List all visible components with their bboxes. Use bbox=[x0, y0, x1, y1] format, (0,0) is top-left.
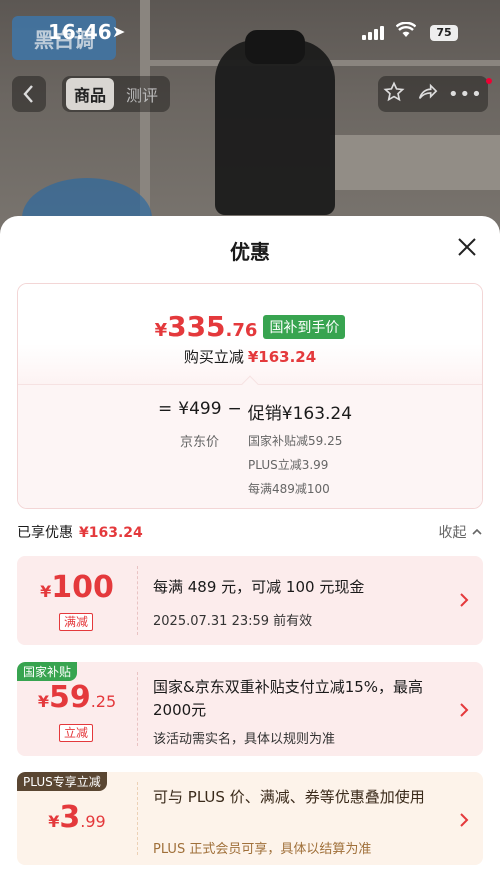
buy-discount-label: 购买立减 bbox=[183, 348, 244, 366]
coupon-ribbon: PLUS专享立减 bbox=[17, 772, 107, 791]
desk bbox=[330, 135, 500, 190]
coupon-description: 可与 PLUS 价、满减、券等优惠叠加使用 bbox=[153, 788, 425, 806]
top-navigation: 商品 测评 ••• bbox=[0, 76, 500, 116]
buy-discount-amount: ¥163.24 bbox=[247, 348, 317, 366]
discount-sheet: 优惠 ¥ 335 .76 国补到手价 购买立减 ¥163.24 = ¥499 − … bbox=[0, 216, 500, 884]
coupon-note: PLUS 正式会员可享，具体以结算为准 bbox=[153, 842, 372, 857]
promo-details: 国家补贴减59.25 PLUS立减3.99 每满489减100 bbox=[248, 429, 342, 501]
promo-detail: 每满489减100 bbox=[248, 482, 330, 496]
star-icon[interactable] bbox=[383, 80, 405, 108]
coupon-full-reduction[interactable]: ¥100 满减 每满 489 元，可减 100 元现金 2025.07.31 2… bbox=[17, 556, 483, 645]
summary-top: ¥ 335 .76 国补到手价 购买立减 ¥163.24 bbox=[18, 284, 482, 384]
promo-detail: 国家补贴减59.25 bbox=[248, 434, 343, 448]
promo-detail: PLUS立减3.99 bbox=[248, 458, 329, 472]
coupon-amount: ¥59.25 bbox=[17, 680, 137, 715]
coupon-divider bbox=[137, 672, 138, 746]
price-summary-card: ¥ 335 .76 国补到手价 购买立减 ¥163.24 = ¥499 − 促销¥… bbox=[17, 283, 483, 509]
price-breakdown: = ¥499 − 促销¥163.24 京东价 国家补贴减59.25 PLUS立减… bbox=[18, 375, 482, 508]
formula-equals: = bbox=[158, 399, 173, 419]
base-price-label: 京东价 bbox=[180, 435, 220, 450]
status-bar: 16:46 ➤ 75 bbox=[0, 18, 500, 48]
chair-image bbox=[215, 40, 335, 215]
price-decimal: .76 bbox=[225, 320, 258, 341]
coupon-amount-int: 59 bbox=[48, 680, 91, 715]
coupon-value: ¥100 满减 bbox=[17, 556, 137, 645]
coupon-amount: ¥100 bbox=[17, 570, 137, 605]
collapse-label: 收起 bbox=[438, 525, 467, 541]
coupon-currency: ¥ bbox=[40, 582, 52, 601]
price-formula: = ¥499 − 促销¥163.24 bbox=[158, 399, 352, 424]
coupon-ribbon: 国家补贴 bbox=[17, 662, 78, 681]
coupon-divider bbox=[137, 782, 138, 855]
top-actions: ••• bbox=[378, 76, 488, 112]
chevron-right-icon bbox=[460, 813, 469, 827]
currency-symbol: ¥ bbox=[154, 320, 168, 341]
collapse-button[interactable]: 收起 bbox=[439, 522, 483, 542]
enjoyed-label: 已享优惠 bbox=[17, 525, 73, 541]
price-tag: 国补到手价 bbox=[263, 314, 346, 339]
coupon-description: 每满 489 元，可减 100 元现金 bbox=[153, 578, 365, 596]
coupon-amount-dec: .99 bbox=[80, 812, 106, 831]
coupon-amount-int: 3 bbox=[59, 800, 81, 835]
chevron-right-icon bbox=[460, 593, 469, 607]
coupon-type-badge: 满减 bbox=[59, 613, 94, 631]
enjoyed-discount-row: 已享优惠 ¥163.24 收起 bbox=[17, 522, 483, 542]
battery-icon: 75 bbox=[430, 25, 458, 41]
coupon-description: 国家&京东双重补贴支付立减15%，最高2000元 bbox=[153, 678, 424, 719]
coupon-currency: ¥ bbox=[37, 692, 49, 711]
close-icon[interactable] bbox=[454, 234, 480, 260]
wifi-icon bbox=[395, 21, 417, 43]
coupon-divider bbox=[137, 566, 138, 635]
chevron-left-icon bbox=[23, 85, 33, 103]
status-time: 16:46 bbox=[48, 20, 112, 44]
formula-promo: 促销¥163.24 bbox=[247, 404, 353, 424]
coupon-value: 国家补贴 ¥59.25 立减 bbox=[17, 662, 137, 756]
tab-product[interactable]: 商品 bbox=[66, 78, 115, 110]
chevron-up-icon bbox=[472, 528, 482, 535]
buy-discount-row: 购买立减 ¥163.24 bbox=[18, 346, 482, 367]
coupon-type-badge: 立减 bbox=[59, 724, 94, 742]
coupon-value: PLUS专享立减 ¥3.99 bbox=[17, 772, 137, 865]
coupon-note: 该活动需实名，具体以规则为准 bbox=[153, 732, 336, 747]
coupon-amount: ¥3.99 bbox=[17, 800, 137, 835]
coupon-government-subsidy[interactable]: 国家补贴 ¥59.25 立减 国家&京东双重补贴支付立减15%，最高2000元 … bbox=[17, 662, 483, 756]
price-integer: 335 bbox=[167, 310, 226, 343]
sheet-title: 优惠 bbox=[230, 240, 270, 264]
signal-icon bbox=[362, 26, 384, 40]
tab-bar: 商品 测评 bbox=[62, 76, 171, 112]
final-price: ¥ 335 .76 国补到手价 bbox=[18, 310, 482, 343]
enjoyed-amount: ¥163.24 bbox=[79, 525, 143, 541]
coupon-amount-dec: .25 bbox=[90, 692, 117, 711]
coupon-validity: 2025.07.31 23:59 前有效 bbox=[153, 614, 313, 629]
coupon-amount-int: 100 bbox=[51, 570, 114, 605]
location-arrow-icon: ➤ bbox=[112, 22, 126, 41]
coupon-plus-member[interactable]: PLUS专享立减 ¥3.99 可与 PLUS 价、满减、券等优惠叠加使用 PLU… bbox=[17, 772, 483, 865]
share-icon[interactable] bbox=[416, 81, 438, 108]
chevron-right-icon bbox=[460, 703, 469, 717]
coupon-currency: ¥ bbox=[48, 812, 60, 831]
notification-dot bbox=[486, 78, 492, 84]
more-icon[interactable]: ••• bbox=[448, 84, 483, 105]
formula-minus: − bbox=[227, 399, 242, 419]
back-button[interactable] bbox=[12, 76, 46, 112]
tab-review[interactable]: 测评 bbox=[118, 78, 166, 110]
formula-base-price: ¥499 bbox=[178, 399, 222, 419]
